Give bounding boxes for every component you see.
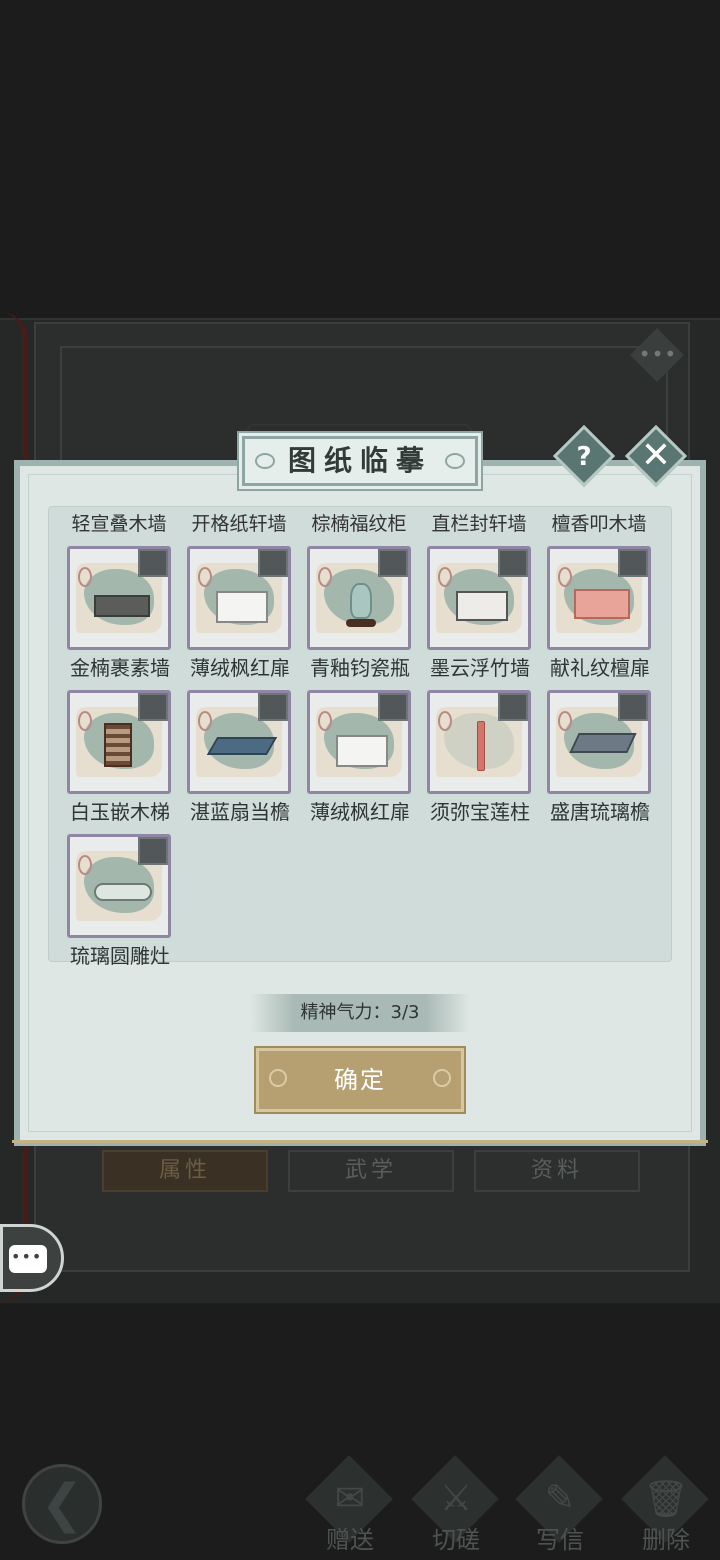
select-checkbox[interactable] <box>618 549 648 577</box>
spar-label: 切磋 <box>432 1526 480 1554</box>
item-label: 湛蓝扇当檐 <box>190 800 290 824</box>
blueprint-card[interactable] <box>547 546 651 650</box>
confirm-button[interactable]: 确定 <box>254 1046 466 1114</box>
chat-dots: ••• <box>11 1247 43 1266</box>
item-label: 开格纸轩墙 <box>191 513 287 535</box>
item-label: 琉璃圆雕灶 <box>70 944 170 968</box>
item-label: 青釉钧瓷瓶 <box>310 656 410 680</box>
item-label: 金楠裹素墙 <box>70 656 170 680</box>
screen-icon <box>216 591 268 623</box>
item-label: 轻宣叠木墙 <box>71 513 167 535</box>
blueprint-card[interactable] <box>307 546 411 650</box>
select-checkbox[interactable] <box>138 549 168 577</box>
vase-icon <box>350 583 372 619</box>
screen-icon <box>336 735 388 767</box>
blueprint-card[interactable] <box>307 690 411 794</box>
select-checkbox[interactable] <box>498 549 528 577</box>
dialog-title: 图纸临摹 <box>287 444 432 477</box>
screen-icon <box>574 589 630 619</box>
select-checkbox[interactable] <box>138 693 168 721</box>
cloud-ornament-icon <box>255 453 275 469</box>
dialog-bottom-rule <box>12 1140 708 1150</box>
item-label: 直栏封轩墙 <box>431 513 527 535</box>
eave-icon <box>569 733 637 753</box>
item-label: 献礼纹檀扉 <box>550 656 650 680</box>
delete-button[interactable]: 🗑 删除 <box>618 1455 714 1558</box>
dialog-title-plate: 图纸临摹 <box>242 436 478 486</box>
eave-icon <box>206 737 278 755</box>
spar-button[interactable]: ⚔ 切磋 <box>408 1455 504 1558</box>
select-checkbox[interactable] <box>378 693 408 721</box>
seal-icon <box>198 711 212 731</box>
blueprint-card[interactable] <box>67 690 171 794</box>
gift-icon: ✉ <box>334 1478 366 1519</box>
blueprint-card[interactable] <box>187 690 291 794</box>
close-icon[interactable]: ✕ <box>632 432 680 480</box>
wall-icon <box>456 591 508 621</box>
gift-button[interactable]: ✉ 赠送 <box>302 1455 398 1558</box>
partially-scrolled-row: 轻宣叠木墙 开格纸轩墙 棕楠福纹柜 直栏封轩墙 檀香叩木墙 <box>49 507 671 535</box>
trash-icon: 🗑 <box>643 1479 689 1520</box>
sword-icon: ⚔ <box>439 1478 473 1519</box>
item-label: 薄绒枫红扉 <box>310 800 410 824</box>
seal-icon <box>318 567 332 587</box>
item-label: 薄绒枫红扉 <box>190 656 290 680</box>
more-icon[interactable]: ••• <box>636 342 680 366</box>
tab-attributes[interactable]: 属性 <box>102 1150 268 1192</box>
help-icon[interactable]: ? <box>560 436 608 478</box>
seal-icon <box>558 711 572 731</box>
select-checkbox[interactable] <box>618 693 648 721</box>
blueprint-card[interactable] <box>427 690 531 794</box>
select-checkbox[interactable] <box>378 549 408 577</box>
item-label: 须弥宝莲柱 <box>430 800 530 824</box>
leaf-ornament-icon <box>433 1069 451 1087</box>
item-label: 檀香叩木墙 <box>551 513 647 535</box>
blueprint-card[interactable] <box>67 546 171 650</box>
gift-label: 赠送 <box>326 1526 374 1554</box>
spirit-energy-counter: 精神气力：3/3 <box>250 994 470 1032</box>
item-label: 墨云浮竹墙 <box>430 656 530 680</box>
seal-icon <box>78 711 92 731</box>
ladder-icon <box>104 723 132 767</box>
screen: ••• 属性 武学 资料 图纸临摹 ? ✕ 轻宣叠木墙 开格纸轩墙 棕楠福纹柜 … <box>0 0 720 1560</box>
write-letter-button[interactable]: ✎ 写信 <box>512 1455 608 1558</box>
pillar-icon <box>477 721 485 771</box>
tab-martial-arts[interactable]: 武学 <box>288 1150 454 1192</box>
stove-icon <box>94 883 152 901</box>
delete-label: 删除 <box>642 1526 690 1554</box>
vase-stand <box>346 619 376 627</box>
seal-icon <box>198 567 212 587</box>
select-checkbox[interactable] <box>498 693 528 721</box>
seal-icon <box>78 855 92 875</box>
blueprint-card[interactable] <box>187 546 291 650</box>
seal-icon <box>318 711 332 731</box>
seal-icon <box>558 567 572 587</box>
item-label: 盛唐琉璃檐 <box>550 800 650 824</box>
tab-profile[interactable]: 资料 <box>474 1150 640 1192</box>
confirm-label: 确定 <box>334 1066 386 1094</box>
seal-icon <box>78 567 92 587</box>
seal-icon <box>438 567 452 587</box>
blueprint-card[interactable] <box>67 834 171 938</box>
wall-icon <box>94 595 150 617</box>
select-checkbox[interactable] <box>138 837 168 865</box>
back-icon[interactable]: ❮ <box>22 1474 102 1534</box>
blueprint-card[interactable] <box>547 690 651 794</box>
blueprint-card[interactable] <box>427 546 531 650</box>
select-checkbox[interactable] <box>258 693 288 721</box>
select-checkbox[interactable] <box>258 549 288 577</box>
seal-icon <box>438 711 452 731</box>
write-letter-label: 写信 <box>536 1526 584 1554</box>
leaf-ornament-icon <box>269 1069 287 1087</box>
item-label: 白玉嵌木梯 <box>70 800 170 824</box>
letter-icon: ✎ <box>544 1478 576 1519</box>
cloud-ornament-icon <box>445 453 465 469</box>
item-label: 棕楠福纹柜 <box>311 513 407 535</box>
